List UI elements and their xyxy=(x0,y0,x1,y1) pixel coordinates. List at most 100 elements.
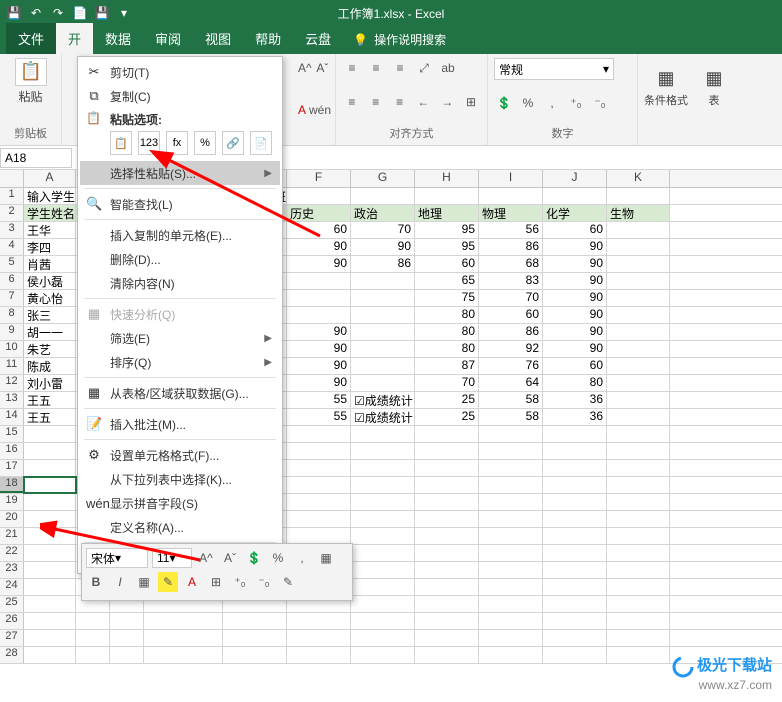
cell[interactable] xyxy=(607,239,670,255)
cell[interactable] xyxy=(415,443,479,459)
row-header[interactable]: 9 xyxy=(0,324,24,340)
dec-inc-icon[interactable]: ⁺₀ xyxy=(566,93,586,113)
cell[interactable]: 80 xyxy=(543,375,607,391)
cell[interactable] xyxy=(76,613,110,629)
align-top-icon[interactable]: ≡ xyxy=(342,58,362,78)
cell[interactable] xyxy=(607,222,670,238)
cell[interactable] xyxy=(223,613,287,629)
align-bot-icon[interactable]: ≡ xyxy=(390,58,410,78)
cell[interactable]: 王华 xyxy=(24,222,76,238)
cell[interactable]: 李四 xyxy=(24,239,76,255)
font-color-icon[interactable]: A xyxy=(298,100,306,120)
cell[interactable] xyxy=(479,630,543,646)
cell[interactable]: 90 xyxy=(287,341,351,357)
column-header-K[interactable]: K xyxy=(607,170,670,187)
cell[interactable] xyxy=(607,307,670,323)
tab-help[interactable]: 帮助 xyxy=(243,23,293,54)
cell[interactable]: 肖茜 xyxy=(24,256,76,272)
cell[interactable]: 输入学生 xyxy=(24,188,76,204)
cell[interactable] xyxy=(479,562,543,578)
cell[interactable] xyxy=(479,613,543,629)
mini-merge-icon[interactable]: ⊞ xyxy=(206,572,226,592)
column-header-I[interactable]: I xyxy=(479,170,543,187)
cell[interactable] xyxy=(415,528,479,544)
cell[interactable] xyxy=(607,188,670,204)
cell[interactable]: 90 xyxy=(543,239,607,255)
cell[interactable] xyxy=(76,647,110,663)
cell[interactable] xyxy=(607,426,670,442)
cell[interactable] xyxy=(415,613,479,629)
cell[interactable] xyxy=(287,613,351,629)
align-left-icon[interactable]: ≡ xyxy=(342,92,362,112)
cell[interactable]: 86 xyxy=(479,324,543,340)
cell[interactable]: 83 xyxy=(479,273,543,289)
ctx-cut[interactable]: ✂剪切(T) xyxy=(80,60,280,84)
cell[interactable] xyxy=(24,647,76,663)
cell[interactable] xyxy=(607,579,670,595)
align-mid-icon[interactable]: ≡ xyxy=(366,58,386,78)
cell[interactable] xyxy=(351,511,415,527)
mini-italic-icon[interactable]: I xyxy=(110,572,130,592)
cell[interactable] xyxy=(351,545,415,561)
cell[interactable]: 政治 xyxy=(351,205,415,221)
save-icon[interactable]: 💾 xyxy=(6,5,22,21)
row-header[interactable]: 4 xyxy=(0,239,24,255)
cell[interactable] xyxy=(223,630,287,646)
cell[interactable] xyxy=(415,647,479,663)
cell[interactable] xyxy=(543,579,607,595)
cell[interactable]: 地理 xyxy=(415,205,479,221)
cell[interactable]: 侯小磊 xyxy=(24,273,76,289)
qat-more-icon[interactable]: ▾ xyxy=(116,5,132,21)
cell[interactable]: 36 xyxy=(543,409,607,425)
cell[interactable] xyxy=(607,511,670,527)
row-header[interactable]: 21 xyxy=(0,528,24,544)
cell[interactable]: 86 xyxy=(479,239,543,255)
cell[interactable] xyxy=(479,647,543,663)
cell[interactable] xyxy=(543,460,607,476)
cell[interactable] xyxy=(607,630,670,646)
cell[interactable]: 90 xyxy=(543,273,607,289)
ctx-copy[interactable]: ⧉复制(C) xyxy=(80,84,280,108)
cell[interactable]: 90 xyxy=(287,375,351,391)
cell[interactable]: 60 xyxy=(543,222,607,238)
cell[interactable] xyxy=(415,460,479,476)
cell[interactable] xyxy=(479,188,543,204)
cell[interactable] xyxy=(110,647,144,663)
row-header[interactable]: 19 xyxy=(0,494,24,510)
align-right-icon[interactable]: ≡ xyxy=(390,92,410,112)
cell[interactable]: 朱艺 xyxy=(24,341,76,357)
table-style-button[interactable]: ▦ 表 xyxy=(700,58,728,108)
cell[interactable] xyxy=(144,613,223,629)
row-header[interactable]: 12 xyxy=(0,375,24,391)
cell[interactable]: 58 xyxy=(479,392,543,408)
ctx-filter[interactable]: 筛选(E)▶ xyxy=(80,326,280,350)
mini-font-color-icon[interactable]: A xyxy=(182,572,202,592)
cell[interactable] xyxy=(479,443,543,459)
cell[interactable] xyxy=(76,630,110,646)
mini-percent-icon[interactable]: % xyxy=(268,548,288,568)
cell[interactable] xyxy=(110,630,144,646)
row-header[interactable]: 24 xyxy=(0,579,24,595)
cell[interactable] xyxy=(479,494,543,510)
comma-icon[interactable]: , xyxy=(542,93,562,113)
select-all-corner[interactable] xyxy=(0,170,24,187)
cell[interactable]: 25 xyxy=(415,392,479,408)
column-header-A[interactable]: A xyxy=(24,170,76,187)
cell[interactable]: 90 xyxy=(543,324,607,340)
cell[interactable]: ☑成绩统计 xyxy=(351,409,415,425)
cell[interactable] xyxy=(543,562,607,578)
cell[interactable] xyxy=(415,562,479,578)
cell[interactable] xyxy=(415,545,479,561)
cell[interactable] xyxy=(287,307,351,323)
cell[interactable]: 68 xyxy=(479,256,543,272)
cell[interactable] xyxy=(351,307,415,323)
cell[interactable]: 90 xyxy=(351,239,415,255)
percent-icon[interactable]: % xyxy=(518,93,538,113)
doc-icon[interactable]: 📄 xyxy=(72,5,88,21)
cell[interactable] xyxy=(351,596,415,612)
cell[interactable]: ☑成绩统计 xyxy=(351,392,415,408)
cell[interactable]: 80 xyxy=(415,324,479,340)
cell[interactable] xyxy=(607,562,670,578)
row-header[interactable]: 17 xyxy=(0,460,24,476)
mini-decrease-font-icon[interactable]: Aˇ xyxy=(220,548,240,568)
